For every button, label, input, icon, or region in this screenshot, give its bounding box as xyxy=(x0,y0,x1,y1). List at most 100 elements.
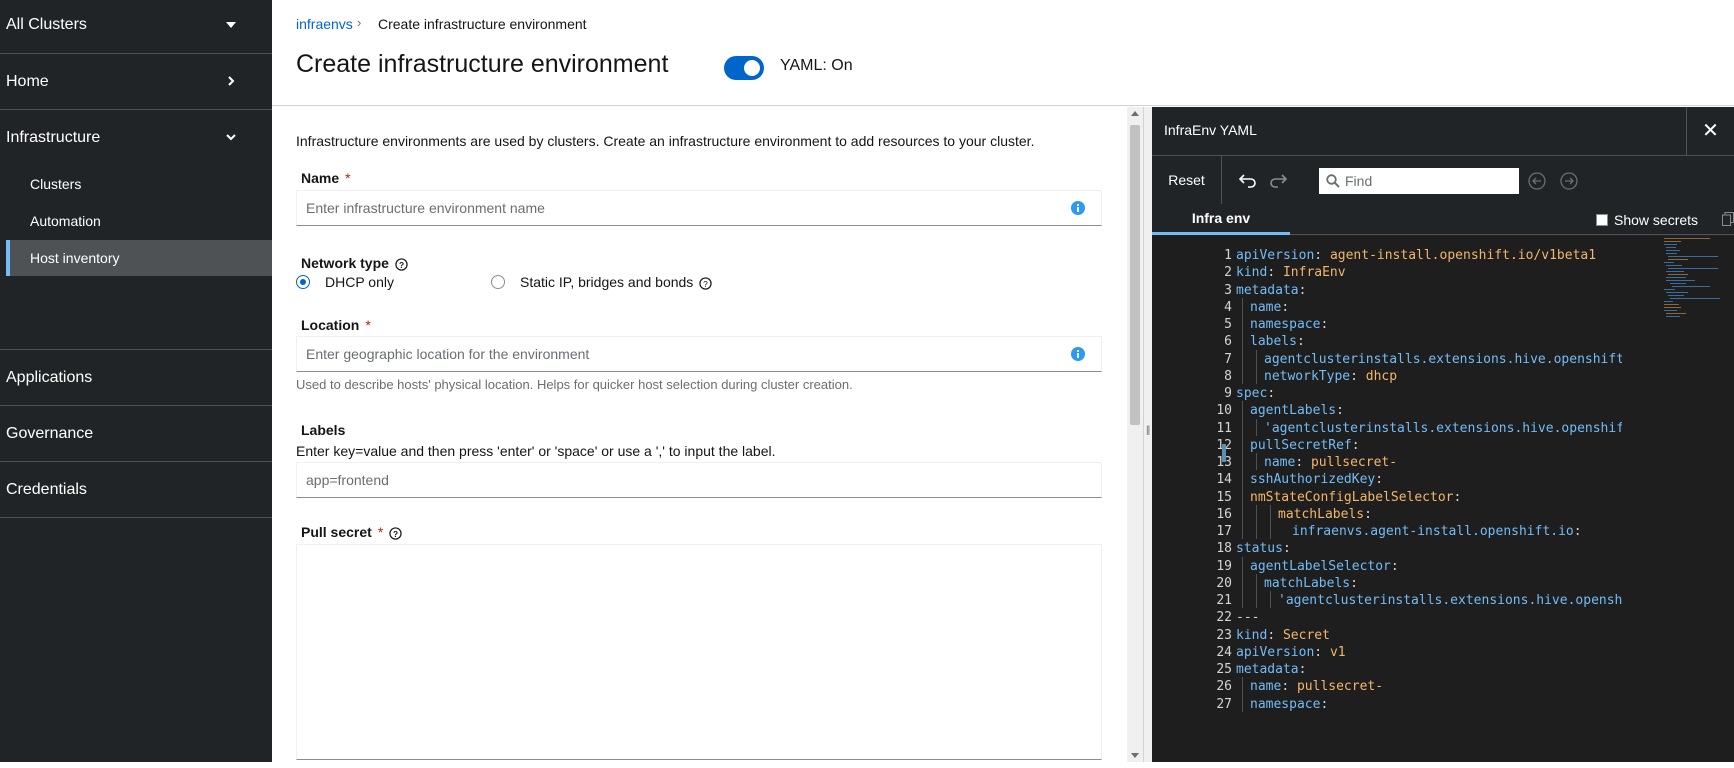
tab-infra-env[interactable]: Infra env xyxy=(1152,205,1290,235)
code-line: networkType: dhcp xyxy=(1264,368,1398,384)
nav-section-governance[interactable]: Governance xyxy=(0,406,272,462)
minimap-line xyxy=(1668,256,1718,257)
indent-guide xyxy=(1242,522,1243,540)
indent-guide xyxy=(1242,453,1243,471)
form-scrollbar[interactable] xyxy=(1127,107,1143,762)
form-panel: Infrastructure environments are used by … xyxy=(272,107,1127,762)
code-line: name: xyxy=(1250,299,1297,315)
copy-icon[interactable] xyxy=(1722,212,1734,226)
chevron-down-icon[interactable] xyxy=(226,132,236,142)
scrollbar-thumb[interactable] xyxy=(1130,125,1140,425)
name-input[interactable] xyxy=(297,191,1057,225)
editor-minimap[interactable] xyxy=(1664,236,1724,326)
location-label: Location * xyxy=(301,317,371,333)
labels-input[interactable] xyxy=(297,463,1057,497)
code-line: agentLabels: xyxy=(1250,403,1352,419)
line-number: 23 xyxy=(1216,627,1232,643)
info-icon xyxy=(1071,347,1085,361)
sidebar-item-label: Host inventory xyxy=(30,250,120,266)
code-line: status: xyxy=(1236,541,1299,557)
find-input[interactable] xyxy=(1345,168,1515,194)
line-number: 16 xyxy=(1216,506,1232,522)
show-secrets-checkbox[interactable] xyxy=(1596,214,1608,226)
yaml-code-area[interactable]: apiVersion: agent-install.openshift.io/v… xyxy=(1236,236,1622,762)
line-number: 9 xyxy=(1224,386,1232,401)
line-number: 15 xyxy=(1216,489,1232,505)
breadcrumb-separator-icon: › xyxy=(357,15,362,30)
cluster-switcher-label: All Clusters xyxy=(6,16,87,33)
minimap-line xyxy=(1664,238,1710,239)
help-icon[interactable]: ? xyxy=(395,258,408,271)
code-line: kind: InfraEnv xyxy=(1236,265,1346,281)
code-line: 'agentclusterinstalls.extensions.hive.op… xyxy=(1278,593,1622,608)
yaml-toggle[interactable] xyxy=(724,56,764,80)
line-number: 17 xyxy=(1216,524,1232,539)
minimap-line xyxy=(1670,298,1720,299)
minimap-line xyxy=(1664,310,1678,311)
reset-button[interactable]: Reset xyxy=(1152,156,1222,204)
minimap-line xyxy=(1668,259,1688,260)
nav-section-applications[interactable]: Applications xyxy=(0,350,272,406)
scroll-down-arrow-icon[interactable] xyxy=(1131,753,1139,758)
find-previous-icon[interactable] xyxy=(1528,172,1546,190)
panel-splitter[interactable]: || xyxy=(1143,107,1152,762)
indent-guide xyxy=(1242,435,1243,453)
indent-guide xyxy=(1242,366,1243,384)
nav-section-label[interactable]: Infrastructure xyxy=(6,129,100,147)
indent-guide xyxy=(1256,366,1257,384)
minimap-line xyxy=(1666,280,1696,281)
pull-secret-field xyxy=(296,544,1102,760)
sidebar-item-host-inventory[interactable]: Host inventory xyxy=(6,240,272,276)
indent-guide xyxy=(1242,315,1243,333)
find-field xyxy=(1319,168,1519,194)
minimap-line xyxy=(1664,244,1678,245)
redo-icon[interactable] xyxy=(1268,172,1288,188)
undo-icon[interactable] xyxy=(1238,172,1258,188)
indent-guide xyxy=(1256,591,1257,609)
svg-text:?: ? xyxy=(393,529,398,539)
search-icon xyxy=(1326,174,1340,188)
page-title: Create infrastructure environment xyxy=(296,50,669,78)
breadcrumb-link-infraenvs[interactable]: infraenvs xyxy=(296,16,353,32)
indent-guide xyxy=(1242,297,1243,315)
indent-guide xyxy=(1242,487,1243,505)
line-number: 25 xyxy=(1216,662,1232,677)
minimap-line xyxy=(1668,295,1684,296)
code-line: metadata: xyxy=(1236,662,1315,677)
network-type-label-text: Network type xyxy=(301,255,389,271)
sidebar-item-clusters[interactable]: Clusters xyxy=(30,176,81,192)
find-next-icon[interactable] xyxy=(1560,172,1578,190)
scroll-up-arrow-icon[interactable] xyxy=(1131,111,1139,116)
location-input[interactable] xyxy=(297,337,1057,371)
help-icon[interactable]: ? xyxy=(699,277,712,290)
minimap-line xyxy=(1666,313,1686,314)
cluster-switcher[interactable]: All Clusters xyxy=(0,0,272,54)
yaml-editor[interactable]: 1234567891011121314151617181920212223242… xyxy=(1152,236,1734,762)
nav-section-credentials[interactable]: Credentials xyxy=(0,462,272,518)
line-number: 1 xyxy=(1224,248,1232,263)
minimap-line xyxy=(1666,277,1687,278)
static-ip-radio[interactable] xyxy=(491,275,505,289)
nav-section-home[interactable]: Home xyxy=(0,54,272,110)
minimap-line xyxy=(1664,307,1681,308)
minimap-line xyxy=(1666,250,1681,251)
indent-guide xyxy=(1242,591,1243,609)
pull-secret-label: Pull secret *? xyxy=(301,524,402,540)
location-helper-text: Used to describe hosts' physical locatio… xyxy=(296,377,853,392)
close-icon[interactable]: ✕ xyxy=(1686,107,1734,155)
nav-section-label: Home xyxy=(6,73,49,90)
pull-secret-textarea[interactable] xyxy=(297,545,1101,759)
name-label: Name * xyxy=(301,170,351,186)
dhcp-only-radio[interactable] xyxy=(296,275,310,289)
indent-guide xyxy=(1242,332,1243,350)
code-line: namespace: xyxy=(1250,317,1337,332)
sidebar-item-automation[interactable]: Automation xyxy=(30,213,101,229)
show-secrets-label: Show secrets xyxy=(1614,212,1699,228)
indent-guide xyxy=(1256,349,1257,367)
minimap-line xyxy=(1664,304,1679,305)
help-icon[interactable]: ? xyxy=(389,527,402,540)
code-line: apiVersion: v1 xyxy=(1236,644,1346,660)
indent-guide xyxy=(1242,677,1243,695)
code-line: 'agentclusterinstalls.extensions.hive.op… xyxy=(1264,420,1622,436)
code-line: matchLabels: xyxy=(1264,575,1366,591)
